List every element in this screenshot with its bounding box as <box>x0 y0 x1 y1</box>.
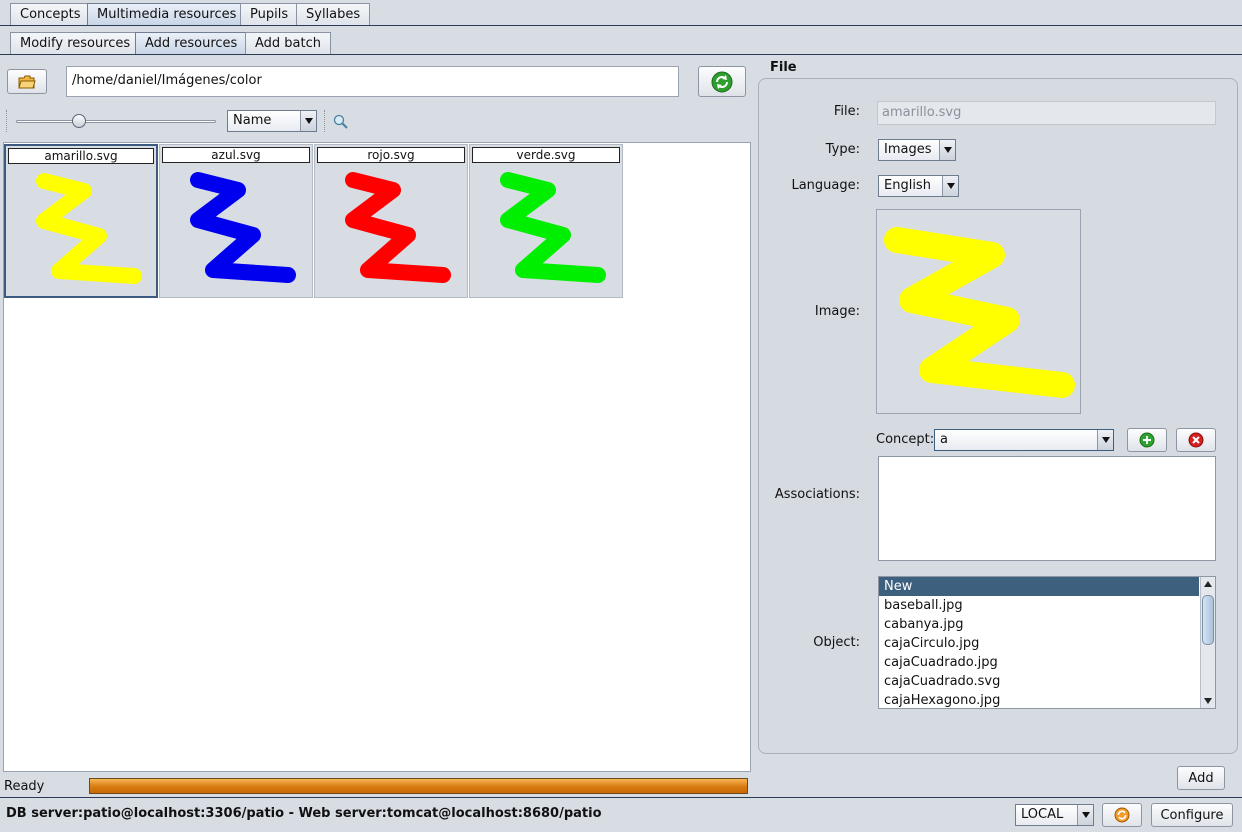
image-label: Image: <box>814 304 860 319</box>
type-label: Type: <box>825 142 860 157</box>
chevron-down-icon <box>1097 430 1113 450</box>
scroll-down-icon[interactable] <box>1204 698 1212 704</box>
list-item[interactable]: cajaCuadrado.jpg <box>879 653 1199 672</box>
tab-pupils[interactable]: Pupils <box>240 3 299 25</box>
progress-bar <box>89 778 748 794</box>
tab-modify-resources[interactable]: Modify resources <box>10 32 141 54</box>
file-name-label: rojo.svg <box>317 147 465 163</box>
zoom-slider-thumb[interactable] <box>71 114 86 128</box>
mode-select-value: LOCAL <box>1021 807 1064 822</box>
panel-title: File <box>770 60 797 75</box>
file-label: File: <box>833 104 860 119</box>
concept-select-value: a <box>940 432 948 447</box>
toolbar-separator <box>324 110 325 132</box>
scribble-image <box>190 172 296 283</box>
status-text: Ready <box>4 779 45 794</box>
mode-select[interactable]: LOCAL <box>1015 804 1094 826</box>
type-select-value: Images <box>884 142 932 157</box>
list-item[interactable]: cabanya.jpg <box>879 615 1199 634</box>
refresh-button[interactable] <box>698 66 746 97</box>
object-list-scrollbar[interactable] <box>1200 577 1215 708</box>
tab-add-batch[interactable]: Add batch <box>245 32 332 54</box>
language-label: Language: <box>791 178 860 193</box>
tab-multimedia-resources[interactable]: Multimedia resources <box>87 3 247 25</box>
concept-select[interactable]: a <box>934 429 1114 451</box>
remove-icon <box>1188 432 1204 448</box>
concept-label: Concept: <box>876 432 935 447</box>
language-select[interactable]: English <box>878 175 959 197</box>
chevron-down-icon <box>939 140 955 160</box>
object-list-items: New baseball.jpg cabanya.jpg cajaCirculo… <box>879 577 1199 708</box>
file-name-label: azul.svg <box>162 147 310 163</box>
language-select-value: English <box>884 178 931 193</box>
zoom-button[interactable] <box>333 114 349 134</box>
add-button[interactable]: Add <box>1177 766 1225 790</box>
sort-select-value: Name <box>233 113 272 128</box>
file-name-label: verde.svg <box>472 147 620 163</box>
associations-label: Associations: <box>774 487 860 502</box>
tab-add-resources[interactable]: Add resources <box>135 32 248 54</box>
list-item[interactable]: baseball.jpg <box>879 596 1199 615</box>
type-select[interactable]: Images <box>878 139 956 161</box>
folder-open-icon <box>18 75 36 88</box>
main-tab-bar: Concepts Multimedia resources Pupils Syl… <box>0 0 1242 26</box>
image-preview <box>876 209 1081 414</box>
chevron-down-icon <box>300 111 316 131</box>
tab-concepts[interactable]: Concepts <box>10 3 91 25</box>
file-thumbnail[interactable]: verde.svg <box>469 144 623 298</box>
tab-bar-line <box>0 25 1242 26</box>
open-folder-button[interactable] <box>7 69 47 94</box>
zoom-icon <box>333 114 348 129</box>
tab-syllabes[interactable]: Syllabes <box>296 3 371 25</box>
chevron-down-icon <box>1077 805 1093 825</box>
scribble-image <box>36 173 142 284</box>
remove-concept-button[interactable] <box>1176 428 1216 452</box>
list-item[interactable]: cajaCirculo.jpg <box>879 634 1199 653</box>
file-name-label: amarillo.svg <box>8 148 154 164</box>
chevron-down-icon <box>942 176 958 196</box>
list-item[interactable]: cajaCuadrado.svg <box>879 672 1199 691</box>
scrollbar-thumb[interactable] <box>1202 595 1214 645</box>
add-concept-button[interactable] <box>1127 428 1167 452</box>
toolbar-separator <box>6 110 7 132</box>
server-info: DB server:patio@localhost:3306/patio - W… <box>6 806 602 821</box>
configure-button[interactable]: Configure <box>1151 803 1233 827</box>
progress-fill <box>90 779 747 793</box>
file-browser[interactable]: amarillo.svg azul.svg rojo.svg verde.svg <box>3 142 751 772</box>
connection-icon <box>1114 807 1130 823</box>
file-thumbnail[interactable]: azul.svg <box>159 144 313 298</box>
path-field[interactable]: /home/daniel/Imágenes/color <box>66 66 679 97</box>
scribble-image <box>500 172 606 283</box>
list-item[interactable]: New <box>879 577 1199 596</box>
refresh-icon <box>711 71 733 92</box>
scribble-image <box>345 172 451 283</box>
file-name-field: amarillo.svg <box>877 101 1216 125</box>
list-item[interactable]: cajaHexagono.jpg <box>879 691 1199 708</box>
sub-tab-bar-line <box>0 54 1242 55</box>
file-thumbnail[interactable]: amarillo.svg <box>4 144 158 298</box>
zoom-slider-track <box>16 120 216 123</box>
object-list[interactable]: New baseball.jpg cabanya.jpg cajaCirculo… <box>878 576 1216 709</box>
sub-tab-bar: Modify resources Add resources Add batch <box>0 29 1242 55</box>
associations-list[interactable] <box>878 456 1216 561</box>
object-label: Object: <box>813 635 860 650</box>
zoom-slider[interactable] <box>10 110 218 132</box>
scroll-up-icon[interactable] <box>1204 581 1212 587</box>
footer-divider <box>0 797 1242 798</box>
sort-select[interactable]: Name <box>227 110 317 132</box>
add-icon <box>1139 432 1155 448</box>
scribble-image <box>884 227 1075 398</box>
file-thumbnail[interactable]: rojo.svg <box>314 144 468 298</box>
connection-button[interactable] <box>1102 803 1142 827</box>
